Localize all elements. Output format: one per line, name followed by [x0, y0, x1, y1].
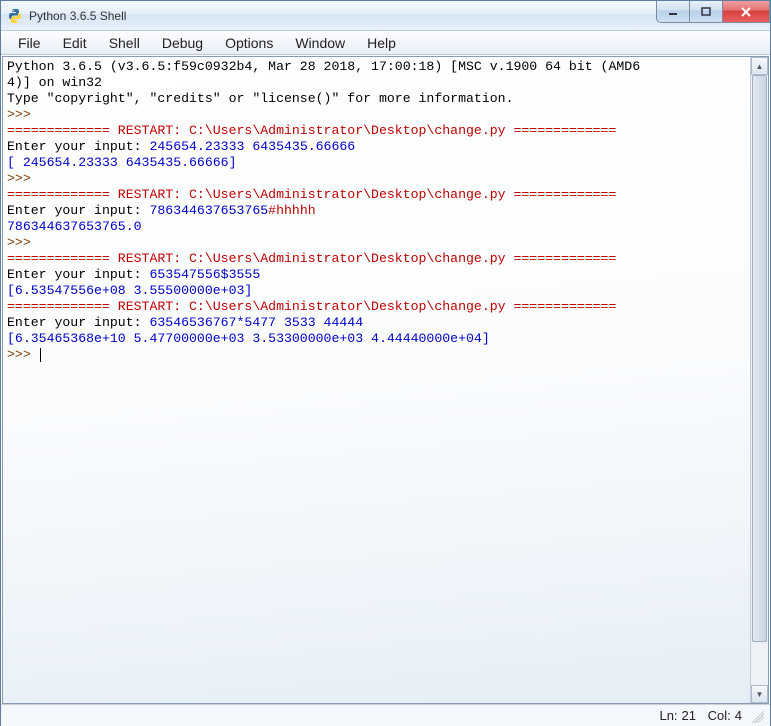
- restart-banner: ============= RESTART: C:\Users\Administ…: [7, 299, 616, 314]
- scroll-thumb[interactable]: [752, 75, 767, 642]
- scroll-up-button[interactable]: ▲: [751, 57, 768, 75]
- input-label: Enter your input:: [7, 267, 149, 282]
- menu-window[interactable]: Window: [286, 33, 354, 53]
- menu-debug[interactable]: Debug: [153, 33, 212, 53]
- shell-prompt: >>>: [7, 347, 39, 362]
- input-label: Enter your input:: [7, 139, 149, 154]
- output-line: [6.53547556e+08 3.55500000e+03]: [7, 283, 252, 298]
- shell-prompt: >>>: [7, 171, 39, 186]
- resize-grip[interactable]: [750, 709, 764, 723]
- user-input: 786344637653765: [149, 203, 268, 218]
- restart-banner: ============= RESTART: C:\Users\Administ…: [7, 251, 616, 266]
- shell-prompt: >>>: [7, 235, 39, 250]
- title-bar: Python 3.6.5 Shell: [1, 1, 770, 31]
- output-line: [6.35465368e+10 5.47700000e+03 3.5330000…: [7, 331, 490, 346]
- minimize-button[interactable]: [656, 1, 690, 23]
- status-bar: Ln: 21 Col: 4: [1, 704, 770, 726]
- menu-shell[interactable]: Shell: [100, 33, 149, 53]
- user-input: 245654.23333 6435435.66666: [149, 139, 355, 154]
- python-icon: [7, 8, 23, 24]
- menu-bar: File Edit Shell Debug Options Window Hel…: [1, 31, 770, 55]
- shell-line: Type "copyright", "credits" or "license(…: [7, 91, 513, 106]
- window-controls: [657, 1, 770, 23]
- input-label: Enter your input:: [7, 203, 149, 218]
- status-ln-value: 21: [682, 708, 696, 723]
- user-input: 653547556$3555: [149, 267, 260, 282]
- input-label: Enter your input:: [7, 315, 149, 330]
- shell-line: 4)] on win32: [7, 75, 102, 90]
- menu-edit[interactable]: Edit: [54, 33, 96, 53]
- menu-help[interactable]: Help: [358, 33, 405, 53]
- status-col-value: 4: [735, 708, 742, 723]
- text-cursor: [40, 348, 41, 362]
- maximize-button[interactable]: [689, 1, 723, 23]
- status-col-label: Col:: [708, 708, 731, 723]
- menu-options[interactable]: Options: [216, 33, 282, 53]
- user-input-extra: #hhhhh: [268, 203, 315, 218]
- restart-banner: ============= RESTART: C:\Users\Administ…: [7, 187, 616, 202]
- output-line: [ 245654.23333 6435435.66666]: [7, 155, 237, 170]
- restart-banner: ============= RESTART: C:\Users\Administ…: [7, 123, 616, 138]
- scroll-down-button[interactable]: ▼: [751, 685, 768, 703]
- shell-text[interactable]: Python 3.6.5 (v3.6.5:f59c0932b4, Mar 28 …: [3, 57, 750, 703]
- menu-file[interactable]: File: [9, 33, 50, 53]
- status-ln-label: Ln:: [659, 708, 677, 723]
- window-title: Python 3.6.5 Shell: [29, 9, 126, 23]
- shell-line: Python 3.6.5 (v3.6.5:f59c0932b4, Mar 28 …: [7, 59, 640, 74]
- scroll-track[interactable]: [751, 75, 768, 685]
- close-button[interactable]: [722, 1, 770, 23]
- shell-prompt: >>>: [7, 107, 39, 122]
- output-line: 786344637653765.0: [7, 219, 142, 234]
- editor-area: Python 3.6.5 (v3.6.5:f59c0932b4, Mar 28 …: [2, 56, 769, 704]
- vertical-scrollbar[interactable]: ▲ ▼: [750, 57, 768, 703]
- user-input: 63546536767*5477 3533 44444: [149, 315, 363, 330]
